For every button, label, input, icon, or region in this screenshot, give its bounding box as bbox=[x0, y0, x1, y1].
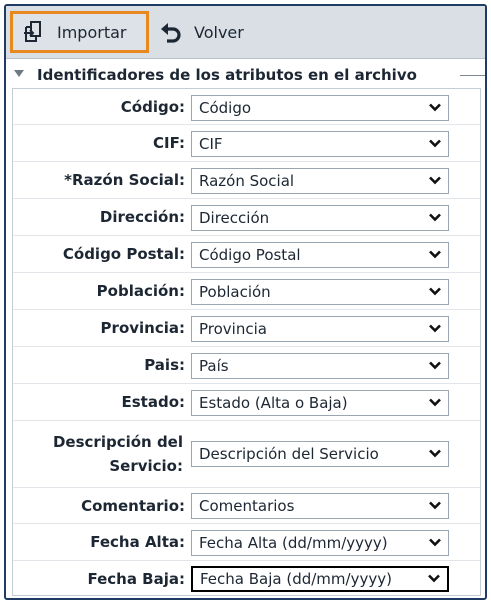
chevron-down-icon bbox=[429, 250, 441, 259]
field-label: Fecha Alta: bbox=[90, 533, 185, 551]
import-label: Importar bbox=[57, 22, 127, 42]
select-value: Razón Social bbox=[199, 172, 295, 190]
field-label: Pais: bbox=[144, 356, 185, 374]
field-row-provincia: Provincia: Provincia bbox=[13, 310, 480, 347]
select-provincia[interactable]: Provincia bbox=[191, 316, 449, 342]
attribute-mapping-panel: Código: Código CIF: CIF *Razón Social: R… bbox=[12, 88, 481, 596]
select-cif[interactable]: CIF bbox=[191, 131, 449, 157]
section-title: Identificadores de los atributos en el a… bbox=[37, 66, 417, 84]
field-label: Código Postal: bbox=[62, 245, 185, 263]
toolbar: Importar Volver bbox=[6, 6, 485, 59]
field-label: Estado: bbox=[121, 393, 185, 411]
caret-down-icon[interactable] bbox=[14, 70, 24, 77]
chevron-down-icon bbox=[429, 398, 441, 407]
import-button[interactable]: Importar bbox=[10, 11, 149, 53]
select-razon-social[interactable]: Razón Social bbox=[191, 168, 449, 194]
select-codigo[interactable]: Código bbox=[191, 95, 449, 121]
field-row-poblacion: Población: Población bbox=[13, 273, 480, 310]
select-value: Código bbox=[199, 99, 252, 117]
select-poblacion[interactable]: Población bbox=[191, 279, 449, 305]
field-row-estado: Estado: Estado (Alta o Baja) bbox=[13, 384, 480, 421]
field-row-fecha-alta: Fecha Alta: Fecha Alta (dd/mm/yyyy) bbox=[13, 524, 480, 561]
field-row-comentario: Comentario: Comentarios bbox=[13, 488, 480, 524]
field-label: CIF: bbox=[152, 134, 185, 152]
select-value: País bbox=[199, 357, 229, 375]
chevron-down-icon bbox=[429, 361, 441, 370]
field-row-razon-social: *Razón Social: Razón Social bbox=[13, 162, 480, 199]
field-row-descripcion-servicio: Descripción del Servicio: Descripción de… bbox=[13, 421, 480, 488]
chevron-down-icon bbox=[429, 103, 441, 112]
chevron-down-icon bbox=[429, 176, 441, 185]
chevron-down-icon bbox=[429, 449, 441, 458]
select-value: Comentarios bbox=[199, 497, 295, 515]
import-icon bbox=[21, 19, 47, 45]
select-value: Descripción del Servicio bbox=[199, 445, 379, 463]
select-fecha-alta[interactable]: Fecha Alta (dd/mm/yyyy) bbox=[191, 530, 449, 556]
select-estado[interactable]: Estado (Alta o Baja) bbox=[191, 390, 449, 416]
field-label: Fecha Baja: bbox=[87, 569, 185, 588]
back-button[interactable]: Volver bbox=[156, 11, 266, 53]
select-value: Provincia bbox=[199, 320, 267, 338]
select-value: Estado (Alta o Baja) bbox=[199, 394, 348, 412]
select-codigo-postal[interactable]: Código Postal bbox=[191, 242, 449, 268]
import-dialog: Importar Volver Identificadores de los a… bbox=[4, 4, 487, 600]
select-value: Fecha Baja (dd/mm/yyyy) bbox=[200, 570, 392, 588]
field-label: Código: bbox=[120, 97, 185, 116]
field-label: Descripción del Servicio: bbox=[52, 433, 183, 475]
field-row-pais: Pais: País bbox=[13, 347, 480, 384]
section-divider bbox=[460, 75, 485, 76]
back-label: Volver bbox=[194, 22, 244, 42]
select-value: Población bbox=[199, 283, 271, 301]
field-row-cif: CIF: CIF bbox=[13, 125, 480, 162]
field-row-codigo: Código: Código bbox=[13, 89, 480, 125]
field-label: *Razón Social: bbox=[64, 171, 185, 189]
select-value: Fecha Alta (dd/mm/yyyy) bbox=[199, 534, 388, 552]
chevron-down-icon bbox=[429, 538, 441, 547]
field-label: Comentario: bbox=[81, 496, 185, 515]
select-direccion[interactable]: Dirección bbox=[191, 205, 449, 231]
field-label: Provincia: bbox=[100, 319, 185, 337]
chevron-down-icon bbox=[429, 501, 441, 510]
chevron-down-icon bbox=[429, 324, 441, 333]
select-value: Dirección bbox=[199, 209, 270, 227]
field-row-codigo-postal: Código Postal: Código Postal bbox=[13, 236, 480, 273]
select-fecha-baja[interactable]: Fecha Baja (dd/mm/yyyy) bbox=[191, 566, 449, 592]
select-descripcion-servicio[interactable]: Descripción del Servicio bbox=[191, 441, 449, 467]
field-row-fecha-baja: Fecha Baja: Fecha Baja (dd/mm/yyyy) bbox=[13, 561, 480, 596]
chevron-down-icon bbox=[429, 213, 441, 222]
chevron-down-icon bbox=[429, 139, 441, 148]
chevron-down-icon bbox=[428, 574, 440, 583]
field-label: Población: bbox=[96, 282, 185, 300]
field-label: Dirección: bbox=[99, 208, 185, 226]
undo-arrow-icon bbox=[158, 19, 184, 45]
section-header[interactable]: Identificadores de los atributos en el a… bbox=[6, 62, 485, 88]
select-value: Código Postal bbox=[199, 246, 301, 264]
select-value: CIF bbox=[199, 135, 223, 153]
select-comentario[interactable]: Comentarios bbox=[191, 493, 449, 519]
chevron-down-icon bbox=[429, 287, 441, 296]
select-pais[interactable]: País bbox=[191, 353, 449, 379]
field-row-direccion: Dirección: Dirección bbox=[13, 199, 480, 236]
